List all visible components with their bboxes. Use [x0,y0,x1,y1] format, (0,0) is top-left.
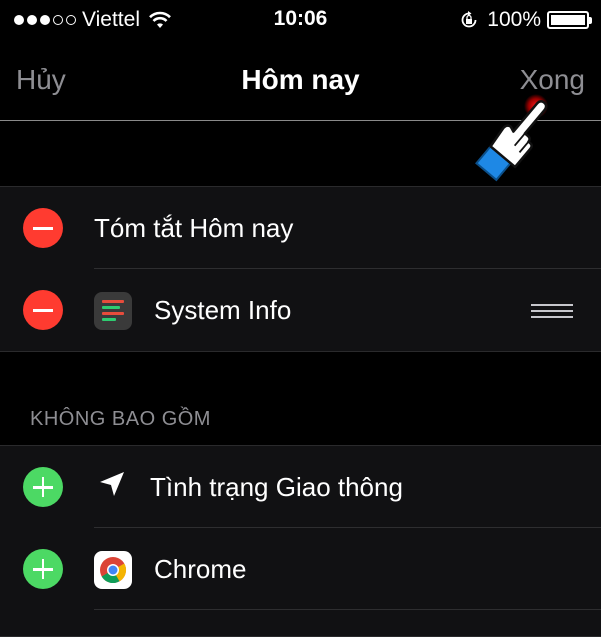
reorder-handle-icon[interactable] [531,304,573,319]
widget-label: Chrome [154,554,247,584]
add-button[interactable] [23,549,63,589]
remove-button[interactable] [23,290,63,330]
widget-label: System Info [154,295,292,325]
excluded-widgets-list: Tình trạng Giao thông Chrome [0,445,601,637]
widget-label: Tình trạng Giao thông [150,472,403,502]
list-item: Tóm tắt Hôm nay [0,187,601,269]
system-info-app-icon [94,292,132,330]
list-item: Tình trạng Giao thông [0,446,601,528]
battery-percent: 100% [487,8,541,31]
status-right: 100% [459,8,592,32]
pointer-hand-icon [475,94,548,182]
chrome-app-icon [94,551,132,589]
list-item: Chrome [0,528,601,610]
remove-button[interactable] [23,208,63,248]
list-item: System Info [0,269,601,351]
location-arrow-icon [100,472,124,496]
rotation-lock-icon [461,11,477,28]
battery-icon [547,11,592,29]
included-widgets-list: Tóm tắt Hôm nay System Info [0,186,601,352]
add-button[interactable] [23,467,63,507]
cancel-button[interactable]: Hủy [16,64,66,96]
section-header: KHÔNG BAO GỒM [30,408,211,430]
status-bar: Viettel 10:06 100% [0,0,601,40]
widget-label: Tóm tắt Hôm nay [94,213,294,243]
